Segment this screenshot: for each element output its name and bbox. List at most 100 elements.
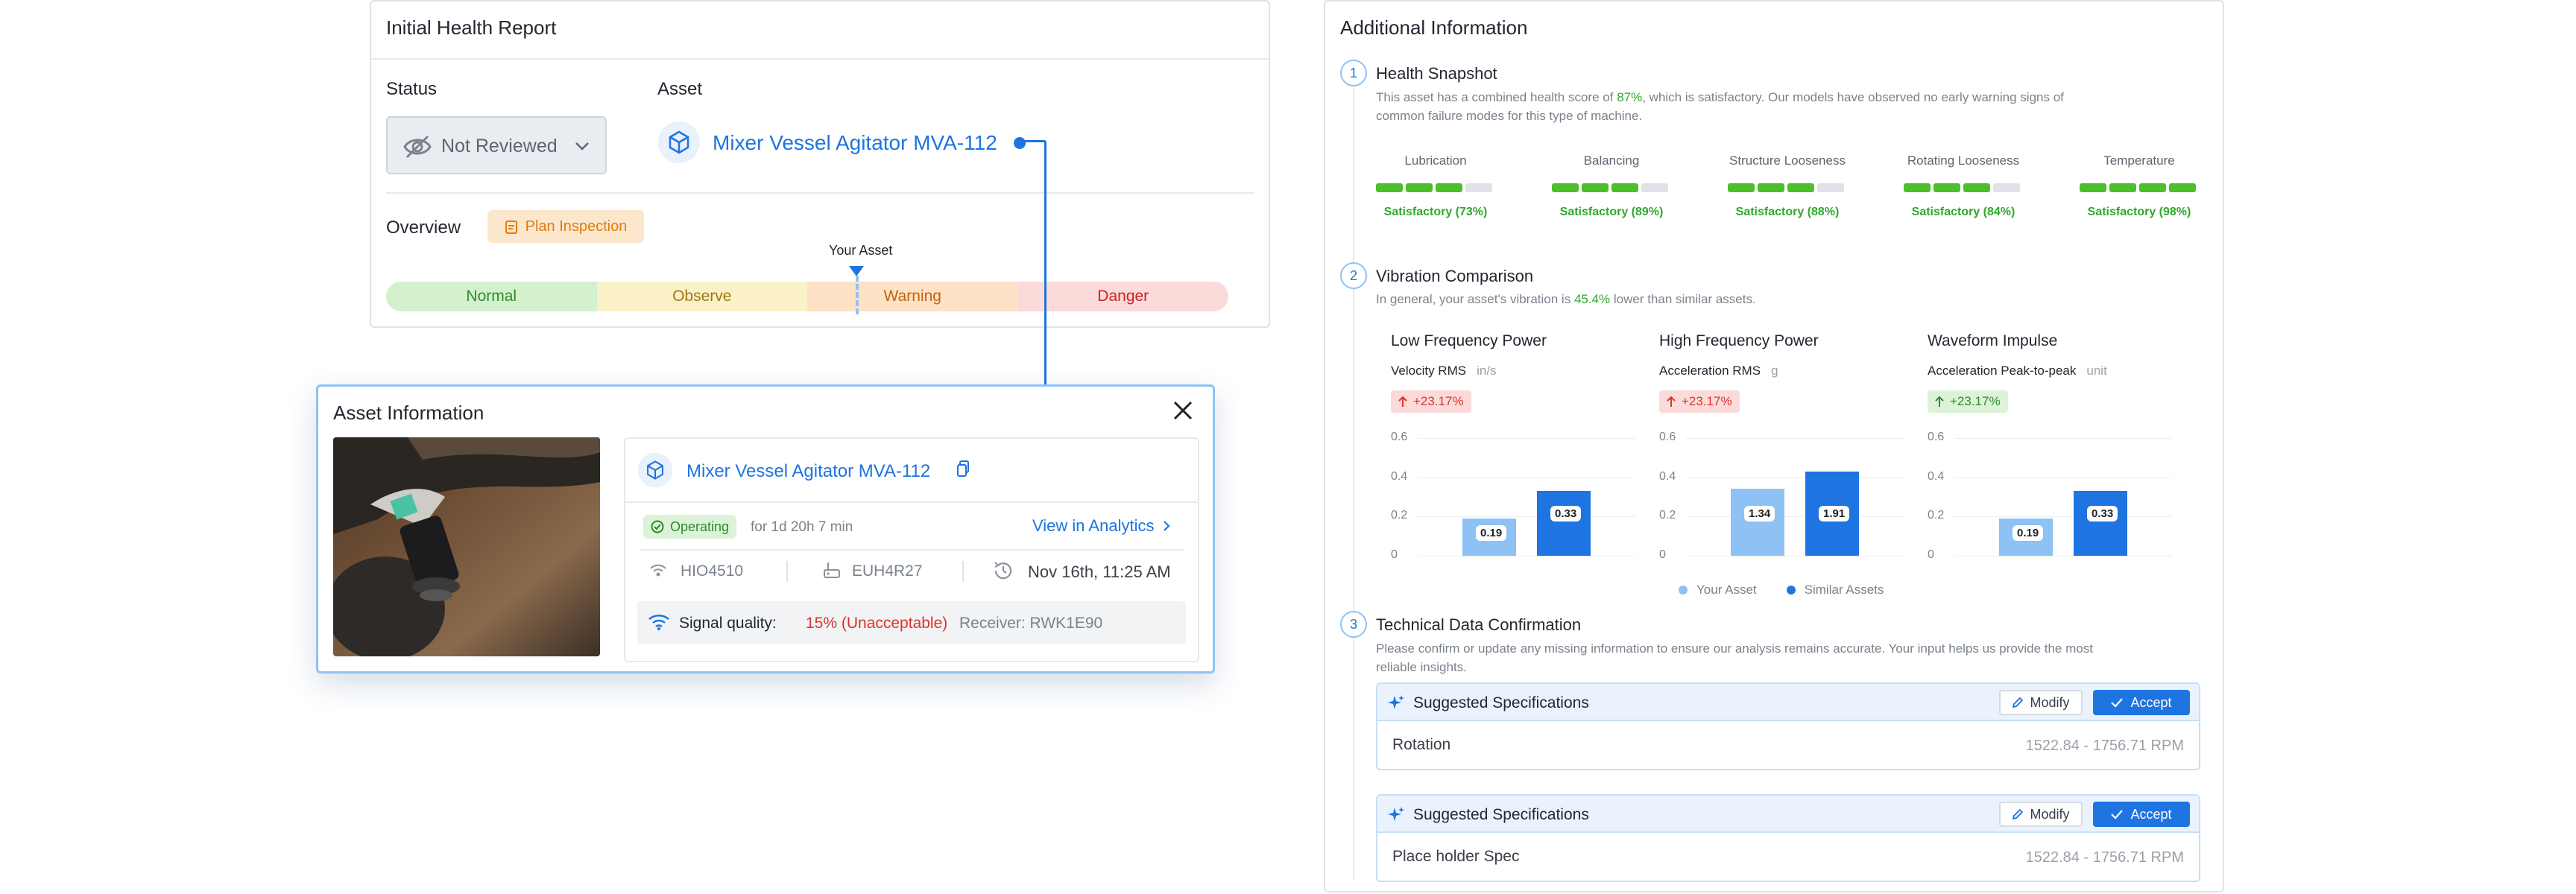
signal-quality-row: Signal quality: 15% (Unacceptable) Recei… bbox=[637, 601, 1186, 644]
vibration-chart: Waveform Impulse Acceleration Peak-to-pea… bbox=[1928, 328, 2181, 566]
severity-scale: Normal Observe Warning Danger bbox=[386, 282, 1228, 311]
health-metric-status: Satisfactory (84%) bbox=[1911, 206, 2015, 218]
connector-line-vertical bbox=[1044, 142, 1046, 384]
accept-label: Accept bbox=[2130, 694, 2172, 710]
health-metric: Structure Looseness Satisfactory (88%) bbox=[1728, 153, 1847, 228]
chart-metric-row: Acceleration RMS g bbox=[1659, 364, 1778, 378]
legend-your-asset: Your Asset bbox=[1679, 583, 1757, 597]
spec-name: Place holder Spec bbox=[1392, 848, 1520, 865]
asset-detail-card: Mixer Vessel Agitator MVA-112 Operating … bbox=[624, 437, 1199, 662]
report-divider bbox=[371, 58, 1269, 60]
meta-separator-1 bbox=[786, 561, 788, 582]
tech-desc-line1: Please confirm or update any missing inf… bbox=[1376, 641, 2093, 656]
health-metric-label: Balancing bbox=[1583, 153, 1640, 168]
plan-inspection-button[interactable]: Plan Inspection bbox=[487, 210, 644, 243]
vibration-chart: Low Frequency Power Velocity RMS in/s +23.1… bbox=[1391, 328, 1644, 566]
step-1-number: 1 bbox=[1349, 65, 1357, 80]
chart-ytick-label: 0.4 bbox=[1659, 469, 1676, 483]
health-metrics-row: Lubrication Satisfactory (73%) Balancing Sa… bbox=[1376, 153, 2202, 228]
step-3-number: 3 bbox=[1349, 616, 1357, 632]
scale-warning: Warning bbox=[807, 282, 1018, 311]
chart-ytick-label: 0.6 bbox=[1928, 431, 1945, 443]
chart-gridline bbox=[1686, 438, 1904, 439]
asset-detail-name-link[interactable]: Mixer Vessel Agitator MVA-112 bbox=[686, 461, 930, 482]
vibration-legend: Your Asset Similar Assets bbox=[1679, 583, 1884, 597]
arrow-up-icon bbox=[1667, 396, 1676, 407]
chart-unit: in/s bbox=[1477, 364, 1497, 378]
chart-gridline bbox=[1686, 556, 1904, 557]
receiver-id: Receiver: RWK1E90 bbox=[959, 615, 1103, 632]
health-metric: Rotating Looseness Satisfactory (84%) bbox=[1904, 153, 2023, 228]
snapshot-desc-line2: common failure modes for this type of ma… bbox=[1376, 109, 1643, 123]
asset-name-link[interactable]: Mixer Vessel Agitator MVA-112 bbox=[713, 131, 997, 155]
step-2-circle: 2 bbox=[1340, 262, 1367, 289]
spec-value: 1522.84 - 1756.71 RPM bbox=[2025, 849, 2184, 866]
operating-label: Operating bbox=[670, 519, 730, 534]
initial-health-report-panel: Initial Health Report Status Not Reviewe… bbox=[370, 0, 1270, 328]
spec-card-title: Suggested Specifications bbox=[1413, 806, 1589, 823]
health-metric-status: Satisfactory (89%) bbox=[1559, 206, 1664, 218]
sparkle-icon bbox=[1388, 807, 1404, 821]
chart-change-value: +23.17% bbox=[1682, 394, 1732, 408]
health-metric-segment bbox=[1465, 183, 1492, 192]
chart-change-value: +23.17% bbox=[1950, 394, 2001, 408]
asset-cube-icon bbox=[657, 121, 701, 164]
last-update-timestamp: Nov 16th, 11:25 AM bbox=[1028, 562, 1171, 581]
view-in-analytics-link[interactable]: View in Analytics bbox=[1032, 516, 1171, 536]
clock-history-icon bbox=[992, 559, 1014, 582]
copy-icon[interactable] bbox=[956, 460, 970, 478]
health-metric: Lubrication Satisfactory (73%) bbox=[1376, 153, 1495, 228]
tech-desc: Please confirm or update any missing inf… bbox=[1376, 639, 2211, 676]
tech-desc-line2: reliable insights. bbox=[1376, 660, 1467, 674]
chart-gridline bbox=[1954, 516, 2172, 518]
step-3-circle: 3 bbox=[1340, 611, 1367, 638]
chart-ytick-label: 0.6 bbox=[1659, 431, 1676, 443]
health-metric-segment bbox=[1963, 183, 1990, 192]
eye-off-icon bbox=[402, 134, 432, 159]
chart-change-value: +23.17% bbox=[1413, 394, 1464, 408]
health-metric-segment bbox=[2109, 183, 2136, 192]
asset-cube-icon bbox=[637, 452, 673, 488]
check-circle-icon bbox=[651, 520, 664, 533]
modify-button[interactable]: Modify bbox=[1999, 802, 2083, 827]
pencil-icon bbox=[2012, 697, 2024, 708]
health-metric-segment bbox=[1993, 183, 2020, 192]
vibration-chart: High Frequency Power Acceleration RMS g +23… bbox=[1659, 328, 1913, 566]
legend-similar-swatch bbox=[1786, 586, 1796, 595]
modify-button[interactable]: Modify bbox=[1999, 690, 2083, 715]
accept-button[interactable]: Accept bbox=[2093, 690, 2190, 715]
spec-card-title: Suggested Specifications bbox=[1413, 694, 1589, 711]
health-metric-label: Lubrication bbox=[1404, 153, 1467, 168]
accept-button[interactable]: Accept bbox=[2093, 802, 2190, 827]
health-metric-status: Satisfactory (88%) bbox=[1735, 206, 1840, 218]
health-metric-segment bbox=[1641, 183, 1668, 192]
chart-change-badge: +23.17% bbox=[1659, 390, 1740, 413]
operating-duration: for 1d 20h 7 min bbox=[751, 519, 853, 535]
meta-separator-2 bbox=[962, 561, 964, 582]
chart-unit: unit bbox=[2086, 364, 2107, 378]
chart-ytick-label: 0 bbox=[1928, 548, 1934, 561]
modify-label: Modify bbox=[2030, 694, 2070, 710]
check-icon bbox=[2111, 810, 2124, 820]
health-metric-segment bbox=[2139, 183, 2166, 192]
snapshot-score: 87% bbox=[1617, 90, 1643, 104]
chart-ytick-label: 0 bbox=[1391, 548, 1398, 561]
snapshot-desc-pre: This asset has a combined health score o… bbox=[1376, 90, 1617, 104]
health-metric-segment bbox=[1552, 183, 1579, 192]
chart-gridline bbox=[1686, 516, 1904, 518]
report-title: Initial Health Report bbox=[386, 16, 557, 39]
clipboard-icon bbox=[505, 221, 517, 234]
spec-name: Rotation bbox=[1392, 736, 1451, 753]
sensor-id: HIO4510 bbox=[681, 562, 744, 580]
signal-quality-label: Signal quality: bbox=[679, 615, 777, 632]
vibration-desc-post: lower than similar assets. bbox=[1610, 292, 1756, 306]
chart-metric-row: Acceleration Peak-to-peak unit bbox=[1928, 364, 2107, 378]
wifi-icon bbox=[648, 613, 670, 631]
close-icon[interactable] bbox=[1171, 399, 1195, 422]
status-value: Not Reviewed bbox=[441, 136, 558, 156]
status-dropdown[interactable]: Not Reviewed bbox=[386, 116, 607, 174]
chart-ytick-label: 0.4 bbox=[1928, 469, 1945, 483]
chart-gridline bbox=[1418, 516, 1635, 518]
bar-your-asset bbox=[1731, 489, 1784, 556]
dialog-title: Asset Information bbox=[333, 402, 484, 424]
